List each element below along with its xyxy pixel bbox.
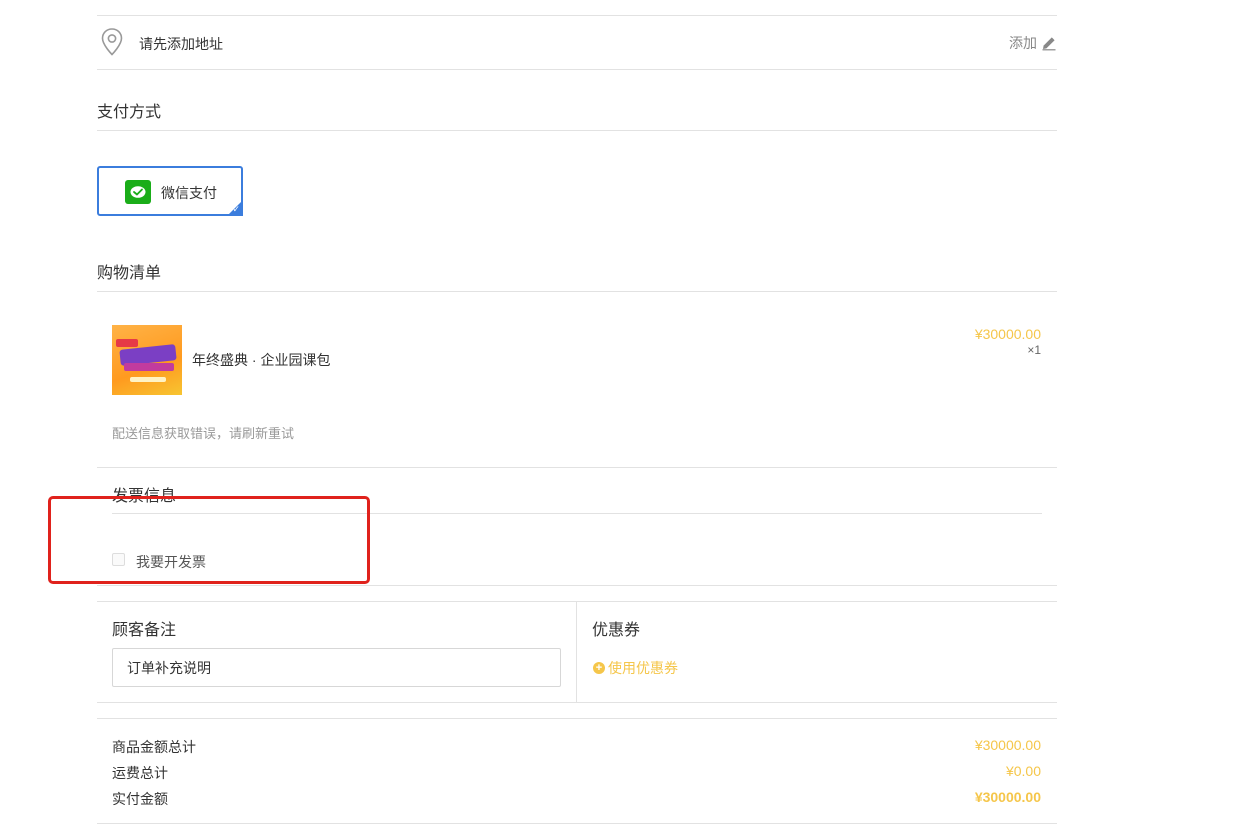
shipping-error-message: 配送信息获取错误，请刷新重试 <box>112 426 295 441</box>
goods-total-label: 商品金额总计 <box>112 739 196 755</box>
highlight-annotation-box <box>48 496 370 584</box>
divider <box>97 467 1057 468</box>
payment-section-title: 支付方式 <box>97 104 162 121</box>
divider <box>97 291 1057 292</box>
paid-amount-value: ¥30000.00 <box>974 789 1041 805</box>
note-section-title: 顾客备注 <box>112 622 177 639</box>
divider <box>97 585 1057 586</box>
use-coupon-button[interactable]: + 使用优惠券 <box>593 658 678 678</box>
column-divider <box>576 601 577 702</box>
wechat-pay-option[interactable]: 微信支付 ✓ <box>97 166 243 216</box>
use-coupon-label: 使用优惠券 <box>608 660 678 676</box>
address-placeholder: 请先添加地址 <box>139 36 223 52</box>
cart-section-title: 购物清单 <box>97 265 162 282</box>
wechat-pay-icon <box>125 180 151 204</box>
divider <box>97 601 1057 602</box>
paid-amount-label: 实付金额 <box>112 791 168 807</box>
divider <box>97 823 1057 824</box>
divider <box>97 69 1057 70</box>
divider <box>97 130 1057 131</box>
address-row[interactable]: 请先添加地址 添加 <box>97 16 1057 69</box>
product-name[interactable]: 年终盛典 · 企业园课包 <box>192 350 330 370</box>
coupon-section-title: 优惠券 <box>592 622 641 639</box>
product-price: ¥30000.00 <box>974 326 1041 342</box>
product-thumbnail[interactable] <box>112 325 182 395</box>
add-address-button[interactable]: 添加 <box>1009 33 1057 53</box>
shipping-total-label: 运费总计 <box>112 765 168 781</box>
add-address-label: 添加 <box>1009 35 1037 51</box>
divider <box>97 702 1057 703</box>
plus-circle-icon: + <box>593 662 605 674</box>
checkmark-icon: ✓ <box>232 204 240 214</box>
goods-total-value: ¥30000.00 <box>974 737 1041 753</box>
pencil-icon <box>1042 37 1056 51</box>
location-pin-icon <box>101 28 123 56</box>
divider <box>97 718 1057 719</box>
product-quantity: ×1 <box>1027 343 1041 357</box>
shipping-total-value: ¥0.00 <box>1005 763 1041 779</box>
order-note-input[interactable] <box>112 648 561 687</box>
wechat-pay-label: 微信支付 <box>161 185 217 201</box>
